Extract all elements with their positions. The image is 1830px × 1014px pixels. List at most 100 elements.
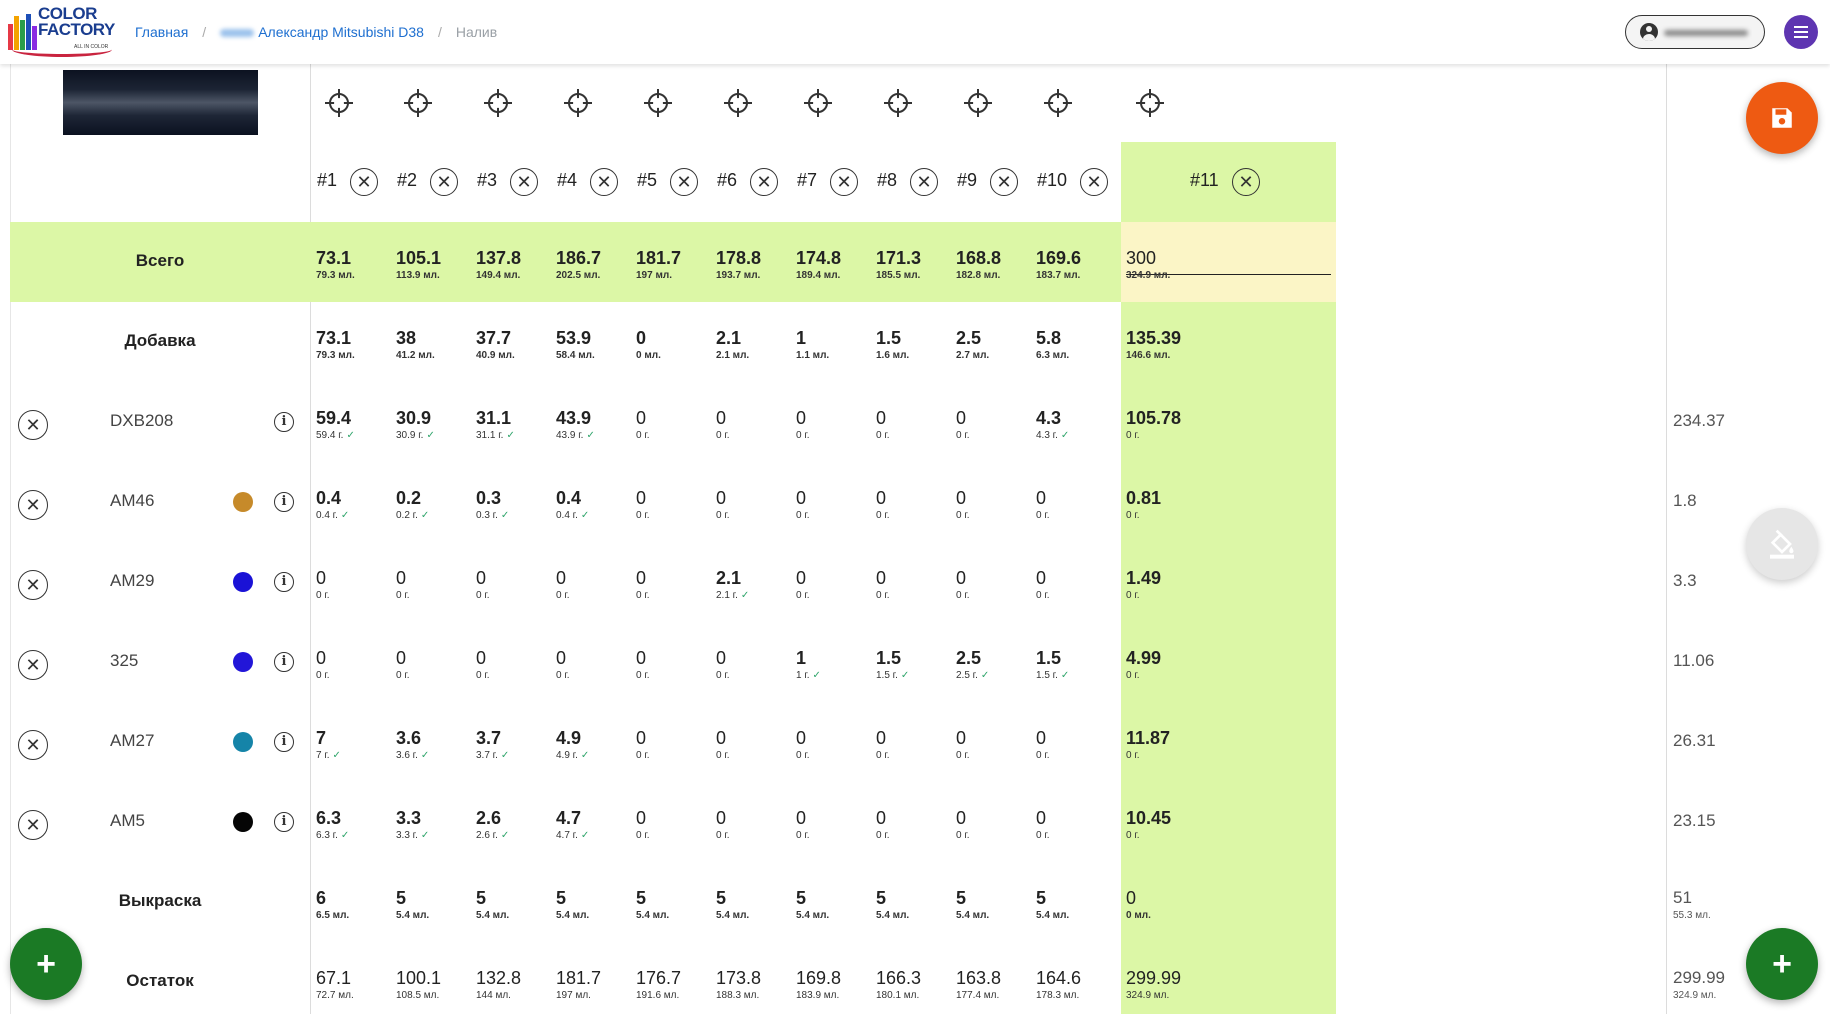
info-icon[interactable]: i (274, 652, 294, 672)
close-circle-icon[interactable]: ✕ (590, 168, 618, 196)
cell-value: 1 (796, 328, 807, 348)
table-cell: 1 1.1 мл. (796, 328, 874, 364)
remove-component-button[interactable]: ✕ (18, 810, 48, 840)
save-button[interactable] (1746, 82, 1818, 154)
table-cell: 181.7 197 мл. (636, 248, 714, 284)
check-icon: ✓ (900, 670, 910, 681)
table-cell: 0 0 г. (876, 408, 954, 444)
close-circle-icon[interactable]: ✕ (1232, 168, 1260, 196)
info-icon[interactable]: i (274, 812, 294, 832)
component-color-dot (233, 492, 253, 512)
user-avatar-icon (1640, 23, 1658, 41)
cell-subvalue: 5.4 мл. (476, 910, 510, 921)
total-input-value[interactable]: 300 (1126, 248, 1204, 268)
close-circle-icon[interactable]: ✕ (670, 168, 698, 196)
cell-value: 0 (396, 568, 407, 588)
crosshair-icon[interactable] (1044, 89, 1072, 117)
color-factory-logo[interactable]: COLOR FACTORY ALL IN COLOR (8, 4, 116, 57)
cell-subvalue: 108.5 мл. (396, 990, 440, 1001)
table-cell: 2.6 2.6 г. ✓ (476, 808, 554, 844)
table-cell: 1.5 1.5 г. ✓ (876, 648, 954, 684)
cell-subvalue: 202.5 мл. (556, 270, 601, 281)
add-component-button[interactable]: + (10, 928, 82, 1000)
table-cell: 105.78 0 г. (1126, 408, 1204, 444)
component-name: 325 (110, 651, 139, 670)
crosshair-icon[interactable] (1136, 89, 1164, 117)
remove-component-button[interactable]: ✕ (18, 650, 48, 680)
crosshair-icon[interactable] (484, 89, 512, 117)
cell-value: 0.2 (396, 488, 422, 508)
table-cell: 0 0 г. (716, 408, 794, 444)
table-cell: 2.5 2.5 г. ✓ (956, 648, 1034, 684)
info-icon[interactable]: i (274, 732, 294, 752)
cell-subvalue: 0 г. (636, 830, 650, 841)
cell-value: 0 (636, 488, 647, 508)
cell-value: 2.6 (476, 808, 502, 828)
table-cell: 171.3 185.5 мл. (876, 248, 954, 284)
close-circle-icon[interactable]: ✕ (910, 168, 938, 196)
logo-text: COLOR FACTORY (38, 4, 115, 39)
table-cell: 135.39 146.6 мл. (1126, 328, 1204, 364)
cell-value: 0 (956, 408, 967, 428)
check-icon: ✓ (1060, 670, 1070, 681)
cell-value: 3.6 (396, 728, 422, 748)
cell-value: 3.3 (396, 808, 422, 828)
crosshair-icon[interactable] (564, 89, 592, 117)
cell-value: 2.5 (956, 328, 982, 348)
cell-subvalue: 0 г. (1036, 750, 1050, 761)
crosshair-icon[interactable] (724, 89, 752, 117)
table-cell: 73.1 79.3 мл. (316, 248, 394, 284)
component-color-dot (233, 652, 253, 672)
cell-subvalue: 0 г. (1126, 670, 1140, 681)
info-icon[interactable]: i (274, 412, 294, 432)
crosshair-icon[interactable] (325, 89, 353, 117)
cell-subvalue: 0 г. (716, 430, 730, 441)
cell-subvalue: 0 г. (956, 750, 970, 761)
close-circle-icon[interactable]: ✕ (350, 168, 378, 196)
menu-button[interactable] (1784, 15, 1818, 49)
crosshair-icon[interactable] (884, 89, 912, 117)
cell-value: 168.8 (956, 248, 1002, 268)
crosshair-icon[interactable] (644, 89, 672, 117)
table-cell: 0 0 г. (796, 408, 874, 444)
table-cell: 0 0 г. (1036, 808, 1114, 844)
table-cell: 0 0 г. (1036, 488, 1114, 524)
cell-subvalue: 58.4 мл. (556, 350, 595, 361)
table-cell: 0 0 г. (956, 488, 1034, 524)
close-circle-icon[interactable]: ✕ (990, 168, 1018, 196)
cell-subvalue: 0 г. (796, 750, 810, 761)
close-circle-icon[interactable]: ✕ (830, 168, 858, 196)
remove-component-button[interactable]: ✕ (18, 730, 48, 760)
remove-component-button[interactable]: ✕ (18, 490, 48, 520)
fill-paint-button[interactable] (1746, 508, 1818, 580)
table-cell: 3.7 3.7 г. ✓ (476, 728, 554, 764)
breadcrumb-project[interactable]: Александр Mitsubishi D38 (220, 24, 424, 40)
table-cell: 0 0 г. (636, 648, 714, 684)
cell-subvalue: 0 г. (956, 590, 970, 601)
close-circle-icon[interactable]: ✕ (1080, 168, 1108, 196)
remove-component-button[interactable]: ✕ (18, 410, 48, 440)
total-input[interactable]: 300 324.9 мл. (1126, 248, 1204, 284)
cell-value: 105.78 (1126, 408, 1182, 428)
crosshair-icon[interactable] (964, 89, 992, 117)
crosshair-icon[interactable] (404, 89, 432, 117)
cell-subvalue: 2.5 г. ✓ (956, 670, 990, 681)
cell-value: 0 (316, 648, 327, 668)
cell-value: 73.1 (316, 248, 352, 268)
crosshair-icon[interactable] (804, 89, 832, 117)
plus-icon: + (1772, 945, 1792, 983)
close-circle-icon[interactable]: ✕ (510, 168, 538, 196)
row-label-total: Всего (135, 251, 185, 270)
remove-component-button[interactable]: ✕ (18, 570, 48, 600)
breadcrumb-home[interactable]: Главная (135, 24, 188, 40)
close-circle-icon[interactable]: ✕ (750, 168, 778, 196)
add-column-button[interactable]: + (1746, 928, 1818, 1000)
info-icon[interactable]: i (274, 492, 294, 512)
info-icon[interactable]: i (274, 572, 294, 592)
table-cell: 0 0 г. (636, 488, 714, 524)
cell-value: 0 (716, 728, 727, 748)
table-cell: 0 0 мл. (1126, 888, 1204, 924)
cell-subvalue: 0 г. (636, 590, 650, 601)
close-circle-icon[interactable]: ✕ (430, 168, 458, 196)
user-account-button[interactable] (1625, 15, 1765, 49)
